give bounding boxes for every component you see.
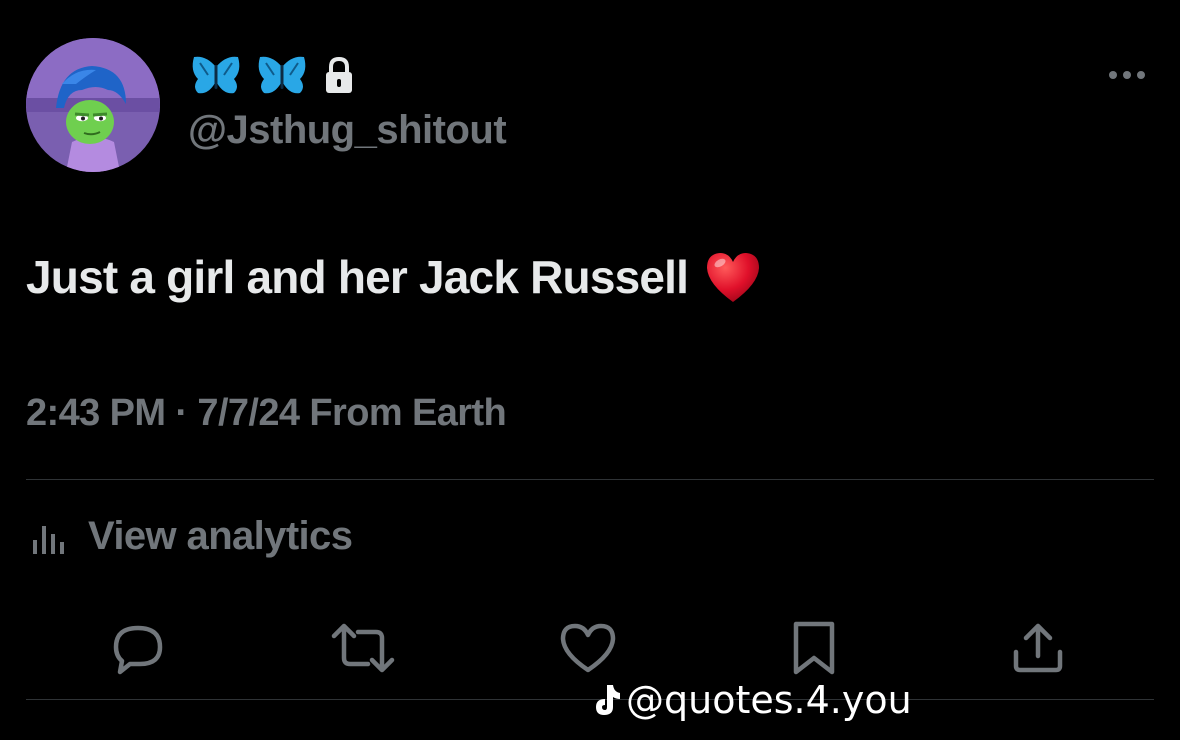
reply-icon[interactable] bbox=[108, 618, 168, 678]
divider bbox=[26, 479, 1154, 480]
meta-separator: · bbox=[165, 392, 198, 434]
avatar-image bbox=[26, 38, 160, 172]
tweet-time[interactable]: 2:43 PM bbox=[26, 392, 166, 435]
view-analytics-label: View analytics bbox=[88, 514, 353, 558]
tweet-text: Just a girl and her Jack Russell bbox=[26, 250, 762, 304]
tweet-meta: 2:43 PM · 7/7/24 From Earth bbox=[26, 392, 507, 435]
divider bbox=[26, 699, 1154, 700]
butterfly-icon bbox=[258, 56, 306, 94]
butterfly-icon bbox=[192, 56, 240, 94]
tiktok-watermark: @quotes.4.you bbox=[592, 678, 912, 722]
share-icon[interactable] bbox=[1008, 618, 1068, 678]
retweet-icon[interactable] bbox=[330, 618, 395, 678]
like-icon[interactable] bbox=[558, 618, 618, 678]
more-options-icon[interactable] bbox=[1104, 62, 1150, 88]
red-heart-emoji bbox=[704, 250, 762, 304]
avatar[interactable] bbox=[26, 38, 160, 172]
tweet-date[interactable]: 7/7/24 bbox=[197, 392, 300, 435]
tiktok-icon bbox=[596, 685, 620, 715]
bookmark-icon[interactable] bbox=[786, 618, 846, 678]
lock-icon bbox=[326, 56, 352, 93]
user-handle[interactable]: @Jsthug_shitout bbox=[188, 108, 507, 153]
watermark-text: @quotes.4.you bbox=[626, 678, 912, 722]
tweet-body: Just a girl and her Jack Russell bbox=[26, 251, 689, 303]
tweet-source: From Earth bbox=[299, 392, 507, 434]
view-analytics-button[interactable]: View analytics bbox=[30, 514, 353, 559]
analytics-icon bbox=[33, 525, 64, 554]
display-name[interactable] bbox=[190, 54, 356, 98]
